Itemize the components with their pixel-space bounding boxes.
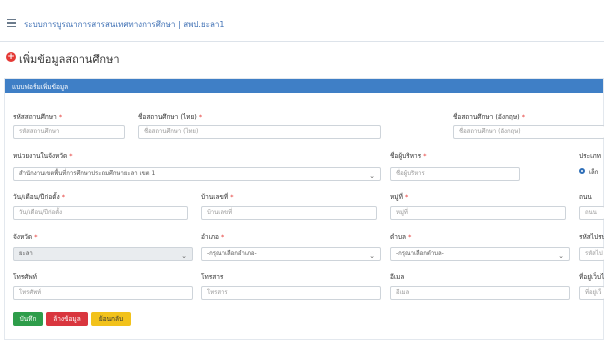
phone-label: โทรศัพท์ [13,273,37,281]
village-no-input[interactable]: หมู่ที่ [390,206,566,220]
director-label: ชื่อผู้บริหาร * [390,152,427,160]
village-no-label: หมู่ที่ * [390,193,409,201]
province-select[interactable]: ยะลา ⌄ [13,247,193,261]
app-title: ระบบการบูรณาการสารสนเทศทางการศึกษา | สพป… [24,20,225,29]
province-label: จังหวัด * [13,233,38,241]
clear-button[interactable]: ล้างข้อมูล [46,312,88,326]
director-input[interactable]: ชื่อผู้บริหาร [390,167,520,181]
postcode-label: รหัสไปรษ [579,233,604,241]
subdistrict-label: ตำบล * [390,233,412,241]
chevron-down-icon: ⌄ [369,252,375,260]
top-bar: ระบบการบูรณาการสารสนเทศทางการศึกษา | สพป… [0,0,604,42]
chevron-down-icon: ⌄ [558,252,564,260]
hamburger-icon[interactable] [7,19,16,28]
founded-input[interactable]: วัน/เดือน/ปีก่อตั้ง [13,206,188,220]
school-type-radio-label: เล็ก [589,169,599,176]
chevron-down-icon: ⌄ [181,252,187,260]
school-code-input[interactable]: รหัสสถานศึกษา [13,125,125,139]
district-select[interactable]: -กรุณาเลือกอำเภอ- ⌄ [201,247,381,261]
form-card-title: แบบฟอร์มเพิ่มข้อมูล [12,83,69,91]
form-card: แบบฟอร์มเพิ่มข้อมูล รหัสสถานศึกษา * รหัส… [4,78,604,340]
postcode-input[interactable]: รหัสไป [579,247,604,261]
fax-label: โทรสาร [201,273,224,281]
school-name-th-input[interactable]: ชื่อสถานศึกษา (ไทย) [138,125,381,139]
district-label: อำเภอ * [201,233,225,241]
back-button[interactable]: ย้อนกลับ [91,312,131,326]
website-label: ที่อยู่เว็บไซ [579,273,604,281]
save-button[interactable]: บันทึก [13,312,43,326]
house-no-input[interactable]: บ้านเลขที่ [201,206,377,220]
road-label: ถนน [579,193,592,201]
school-name-th-label: ชื่อสถานศึกษา (ไทย) * [138,113,203,121]
chevron-down-icon: ⌄ [369,172,375,180]
page-title: เพิ่มข้อมูลสถานศึกษา [19,53,120,66]
agency-label: หน่วยงานในจังหวัด * [13,152,73,160]
school-code-label: รหัสสถานศึกษา * [13,113,63,121]
phone-input[interactable]: โทรศัพท์ [13,286,193,300]
email-label: อีเมล [390,273,405,281]
subdistrict-select[interactable]: -กรุณาเลือกตำบล- ⌄ [390,247,570,261]
website-input[interactable]: ที่อยู่เว็ [579,286,604,300]
house-no-label: บ้านเลขที่ * [201,193,234,201]
form-card-header: แบบฟอร์มเพิ่มข้อมูล [5,79,603,93]
plus-circle-icon: + [6,52,16,62]
road-input[interactable]: ถนน [579,206,604,220]
fax-input[interactable]: โทรสาร [201,286,381,300]
school-type-radio[interactable] [579,168,585,174]
founded-label: วัน/เดือน/ปีก่อตั้ง * [13,193,65,201]
email-input[interactable]: อีเมล [390,286,570,300]
school-name-en-input[interactable]: ชื่อสถานศึกษา (อังกฤษ) [453,125,604,139]
agency-select[interactable]: สำนักงานเขตพื้นที่การศึกษาประถมศึกษายะลา… [13,167,381,181]
school-name-en-label: ชื่อสถานศึกษา (อังกฤษ) * [453,113,526,121]
school-type-label: ประเภท [579,152,601,160]
